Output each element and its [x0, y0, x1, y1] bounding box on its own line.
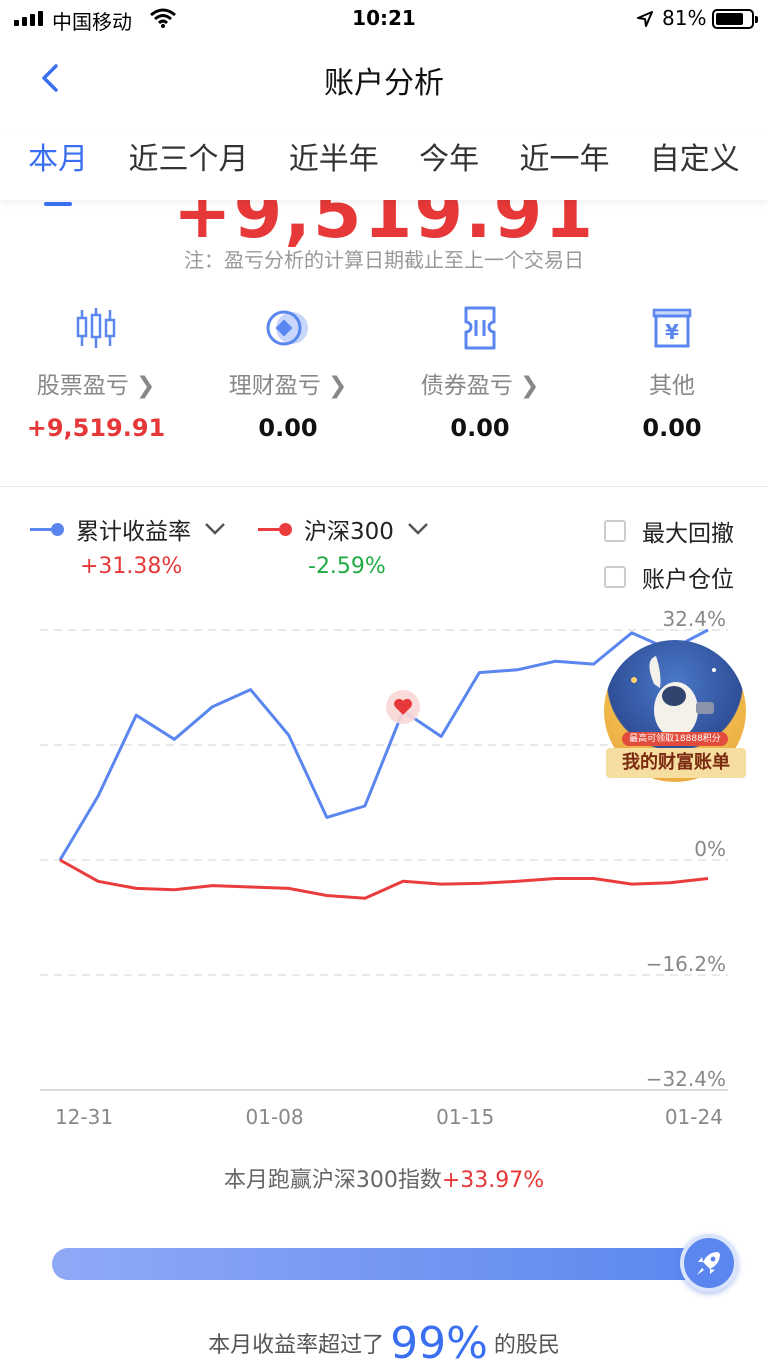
category-bond[interactable]: 债券盈亏 ❯ 0.00 [384, 300, 576, 442]
series-line-swatch [30, 522, 64, 536]
y-tick-label: −32.4% [646, 1067, 726, 1091]
location-icon [637, 11, 653, 27]
progress-track [52, 1248, 726, 1280]
toggle-max-drawdown[interactable]: 最大回撤 [604, 514, 734, 548]
period-tabs: 本月 近三个月 近半年 今年 近一年 自定义 [0, 130, 768, 206]
category-name: 债券盈亏 [420, 373, 513, 399]
category-value: 0.00 [642, 414, 702, 442]
tab-this-month[interactable]: 本月 [28, 130, 88, 206]
toggle-account-position[interactable]: 账户仓位 [604, 560, 734, 594]
promo-banner: 我的财富账单 [606, 748, 746, 778]
legend-change: +31.38% [80, 554, 183, 579]
legend-label: 沪深300 [304, 519, 394, 545]
legend-label: 累计收益率 [76, 519, 191, 545]
checkbox[interactable] [604, 520, 626, 542]
legend-csi300[interactable]: 沪深300 -2.59% [258, 512, 429, 579]
checkbox[interactable] [604, 566, 626, 588]
tab-three-months[interactable]: 近三个月 [128, 130, 248, 200]
category-name: 其他 [649, 373, 695, 399]
category-wealth[interactable]: 理财盈亏 ❯ 0.00 [192, 300, 384, 442]
beat-prefix: 本月跑赢沪深300指数 [223, 1168, 442, 1193]
battery-percent: 81% [662, 6, 707, 30]
battery-icon [712, 9, 758, 29]
page-title: 账户分析 [324, 66, 444, 101]
exceed-percent: 99% [390, 1318, 488, 1366]
beat-index-text: 本月跑赢沪深300指数+33.97% [0, 1162, 768, 1194]
ticket-icon [464, 306, 496, 350]
category-value: 0.00 [258, 414, 318, 442]
legend-cumulative-return[interactable]: 累计收益率 +31.38% [30, 512, 226, 579]
legend-change: -2.59% [308, 554, 386, 579]
tab-custom[interactable]: 自定义 [650, 130, 740, 200]
chevron-right-icon: ❯ [328, 373, 348, 399]
svg-text:¥: ¥ [665, 320, 679, 344]
section-divider [0, 486, 768, 487]
tab-this-year[interactable]: 今年 [419, 130, 479, 200]
category-name: 股票盈亏 [36, 373, 129, 399]
exceed-suffix: 的股民 [493, 1333, 560, 1358]
chevron-down-icon [408, 523, 428, 535]
x-tick-label: 01-08 [246, 1105, 304, 1129]
toggle-label: 最大回撤 [642, 521, 734, 547]
nav-bar: 账户分析 [0, 40, 768, 120]
chevron-right-icon: ❯ [136, 373, 156, 399]
category-value: +9,519.91 [26, 414, 166, 442]
y-tick-label: 0% [694, 837, 726, 861]
exceed-text: 本月收益率超过了 99% 的股民 [0, 1318, 768, 1366]
category-value: 0.00 [450, 414, 510, 442]
tab-half-year[interactable]: 近半年 [289, 130, 379, 200]
candlestick-icon [76, 308, 116, 348]
wealth-bill-promo[interactable]: 最高可领取18888积分 我的财富账单 [604, 640, 746, 782]
toggle-label: 账户仓位 [642, 567, 734, 593]
series-line-swatch [258, 522, 292, 536]
coin-icon [266, 310, 308, 346]
x-tick-label: 01-15 [436, 1105, 494, 1129]
chevron-right-icon: ❯ [520, 373, 540, 399]
series-line-csi300 [59, 858, 709, 900]
rocket-icon[interactable] [680, 1234, 738, 1292]
category-name: 理财盈亏 [228, 373, 321, 399]
tab-one-year[interactable]: 近一年 [519, 130, 609, 200]
category-other[interactable]: ¥ 其他 0.00 [576, 300, 768, 442]
chevron-down-icon [205, 523, 225, 535]
beat-value: +33.97% [441, 1168, 545, 1193]
x-tick-label: 01-24 [665, 1105, 723, 1129]
promo-tag: 最高可领取18888积分 [622, 732, 728, 746]
rank-progress [52, 1234, 738, 1292]
y-tick-label: 32.4% [662, 607, 726, 631]
yen-box-icon: ¥ [652, 308, 692, 348]
chart-toggles: 最大回撤 账户仓位 [604, 514, 734, 606]
x-tick-label: 12-31 [55, 1105, 113, 1129]
category-stock[interactable]: 股票盈亏 ❯ +9,519.91 [0, 300, 192, 442]
profit-categories: 股票盈亏 ❯ +9,519.91 理财盈亏 ❯ 0.00 债券盈亏 ❯ 0.00 [0, 300, 768, 442]
exceed-prefix: 本月收益率超过了 [208, 1333, 385, 1358]
y-tick-label: −16.2% [646, 952, 726, 976]
status-bar: 中国移动 10:21 81% [0, 0, 768, 40]
